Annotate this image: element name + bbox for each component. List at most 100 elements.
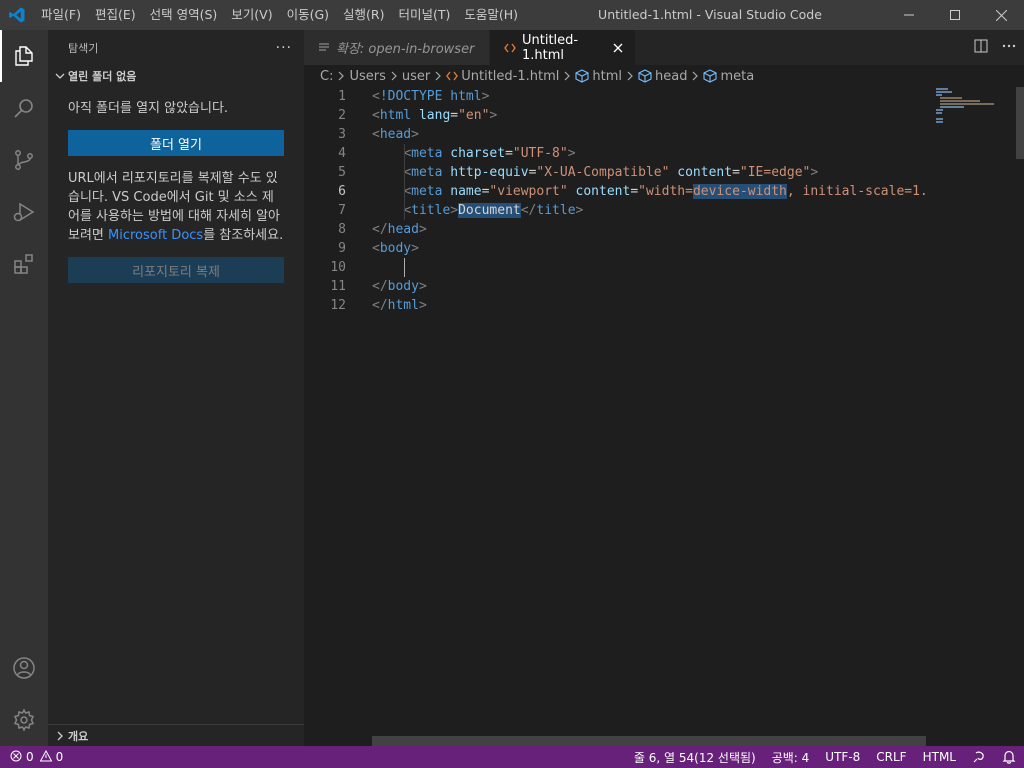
code-token: html: [387, 298, 419, 313]
microsoft-docs-link[interactable]: Microsoft Docs: [108, 228, 203, 243]
clone-repository-button[interactable]: 리포지토리 복제: [68, 257, 284, 283]
problems-indicator[interactable]: 0 0: [0, 749, 64, 765]
cursor-position[interactable]: 줄 6, 열 54(12 선택됨): [626, 746, 764, 768]
line-number: 9: [338, 241, 346, 256]
symbol-field-icon: [703, 69, 718, 83]
language-mode[interactable]: HTML: [915, 746, 964, 768]
code-line: 2 <html lang="en">: [304, 106, 926, 125]
code-token: >: [418, 279, 427, 294]
breadcrumb-item[interactable]: Untitled-1.html: [461, 69, 559, 84]
code-line: 12 </html>: [304, 296, 926, 315]
indentation[interactable]: 공백: 4: [764, 746, 818, 768]
feedback-icon[interactable]: [964, 746, 994, 768]
line-number: 12: [330, 298, 346, 313]
line-number: 1: [338, 89, 346, 104]
warning-count: 0: [55, 750, 64, 764]
code-token: device-width: [692, 184, 787, 199]
code-token: head: [379, 127, 412, 142]
breadcrumb-item[interactable]: head: [655, 69, 687, 84]
code-token: <: [372, 241, 380, 256]
vscode-logo-icon: [0, 0, 34, 30]
code-token: =: [505, 146, 513, 161]
run-debug-icon[interactable]: [0, 186, 48, 238]
source-control-icon[interactable]: [0, 134, 48, 186]
breadcrumb-item[interactable]: meta: [720, 69, 754, 84]
code-token: meta: [411, 165, 443, 180]
html-file-icon: [446, 70, 459, 82]
search-icon[interactable]: [0, 82, 48, 134]
menu-item[interactable]: 실행(R): [336, 0, 391, 30]
explorer-icon[interactable]: [0, 30, 48, 82]
line-number: 2: [338, 108, 346, 123]
tab-untitled-html[interactable]: Untitled-1.html: [490, 30, 636, 65]
split-editor-icon[interactable]: [974, 39, 988, 57]
code-token: body: [387, 279, 419, 294]
menu-item[interactable]: 도움말(H): [457, 0, 525, 30]
open-folder-button[interactable]: 폴더 열기: [68, 130, 284, 156]
code-line: 11 </body>: [304, 277, 926, 296]
code-text: <head>: [372, 125, 419, 144]
clone-description: URL에서 리포지토리를 복제할 수도 있습니다. VS Code에서 Git …: [68, 169, 284, 245]
breadcrumb-item[interactable]: C:: [320, 69, 333, 84]
scrollbar-thumb[interactable]: [1016, 87, 1024, 159]
tab-extension-preview[interactable]: 확장: open-in-browser: [304, 30, 490, 65]
editor-group: 확장: open-in-browser Untitled-1.html C: Us…: [304, 30, 1024, 746]
code-token: >: [418, 298, 427, 313]
code-token: title: [411, 203, 451, 218]
breadcrumb-separator-icon: [691, 71, 699, 81]
line-number: 8: [338, 222, 346, 237]
horizontal-scrollbar[interactable]: [372, 736, 926, 746]
code-token: >: [575, 203, 584, 218]
extensions-icon[interactable]: [0, 238, 48, 290]
breadcrumb-item[interactable]: html: [592, 69, 622, 84]
code-line: 1 <!DOCTYPE html>: [304, 87, 926, 106]
no-folder-section-header[interactable]: 열린 폴더 없음: [48, 65, 304, 87]
breadcrumb-item[interactable]: user: [402, 69, 430, 84]
code-line: 6 <meta name="viewport" content="width=d…: [304, 182, 926, 201]
code-line: 8 </head>: [304, 220, 926, 239]
code-line: 10: [304, 258, 926, 277]
code-token: <: [372, 108, 380, 123]
code-line: 5 <meta http-equiv="X-UA-Compatible" con…: [304, 163, 926, 182]
maximize-button[interactable]: [932, 0, 978, 30]
menu-item[interactable]: 터미널(T): [392, 0, 458, 30]
close-window-button[interactable]: [978, 0, 1024, 30]
tab-bar: 확장: open-in-browser Untitled-1.html: [304, 30, 1024, 65]
close-icon[interactable]: [612, 43, 625, 53]
code-token: meta: [411, 146, 443, 161]
notifications-bell-icon[interactable]: [994, 746, 1024, 768]
encoding[interactable]: UTF-8: [817, 746, 868, 768]
account-icon[interactable]: [0, 642, 48, 694]
symbol-field-icon: [638, 69, 652, 83]
more-actions-icon[interactable]: [1002, 39, 1016, 57]
menu-item[interactable]: 파일(F): [34, 0, 88, 30]
code-token: =: [630, 184, 639, 199]
code-token: </: [372, 298, 388, 313]
menu-item[interactable]: 이동(G): [280, 0, 336, 30]
html-file-icon: [504, 42, 516, 54]
outline-section-header[interactable]: 개요: [48, 724, 304, 746]
end-of-line[interactable]: CRLF: [868, 746, 914, 768]
code-token: content: [575, 184, 631, 199]
menu-item[interactable]: 선택 영역(S): [143, 0, 225, 30]
code-token: meta: [411, 184, 443, 199]
settings-gear-icon[interactable]: [0, 694, 48, 746]
code-token: "UTF-8": [512, 146, 568, 161]
chevron-right-icon: [52, 731, 68, 741]
breadcrumb-item[interactable]: Users: [349, 69, 385, 84]
code-text: <meta http-equiv="X-UA-Compatible" conte…: [372, 163, 818, 182]
code-token: http-equiv: [450, 165, 529, 180]
minimize-button[interactable]: [886, 0, 932, 30]
code-text: </html>: [372, 296, 427, 315]
menu-item[interactable]: 보기(V): [224, 0, 279, 30]
code-editor[interactable]: 1 <!DOCTYPE html> 2 <html lang="en"> 3 <head>…: [304, 87, 926, 737]
menu-item[interactable]: 편집(E): [88, 0, 143, 30]
vertical-scrollbar[interactable]: [1010, 87, 1024, 737]
code-token: </: [372, 222, 388, 237]
explorer-title: 탐색기: [68, 41, 99, 55]
more-actions-icon[interactable]: ···: [276, 40, 292, 56]
